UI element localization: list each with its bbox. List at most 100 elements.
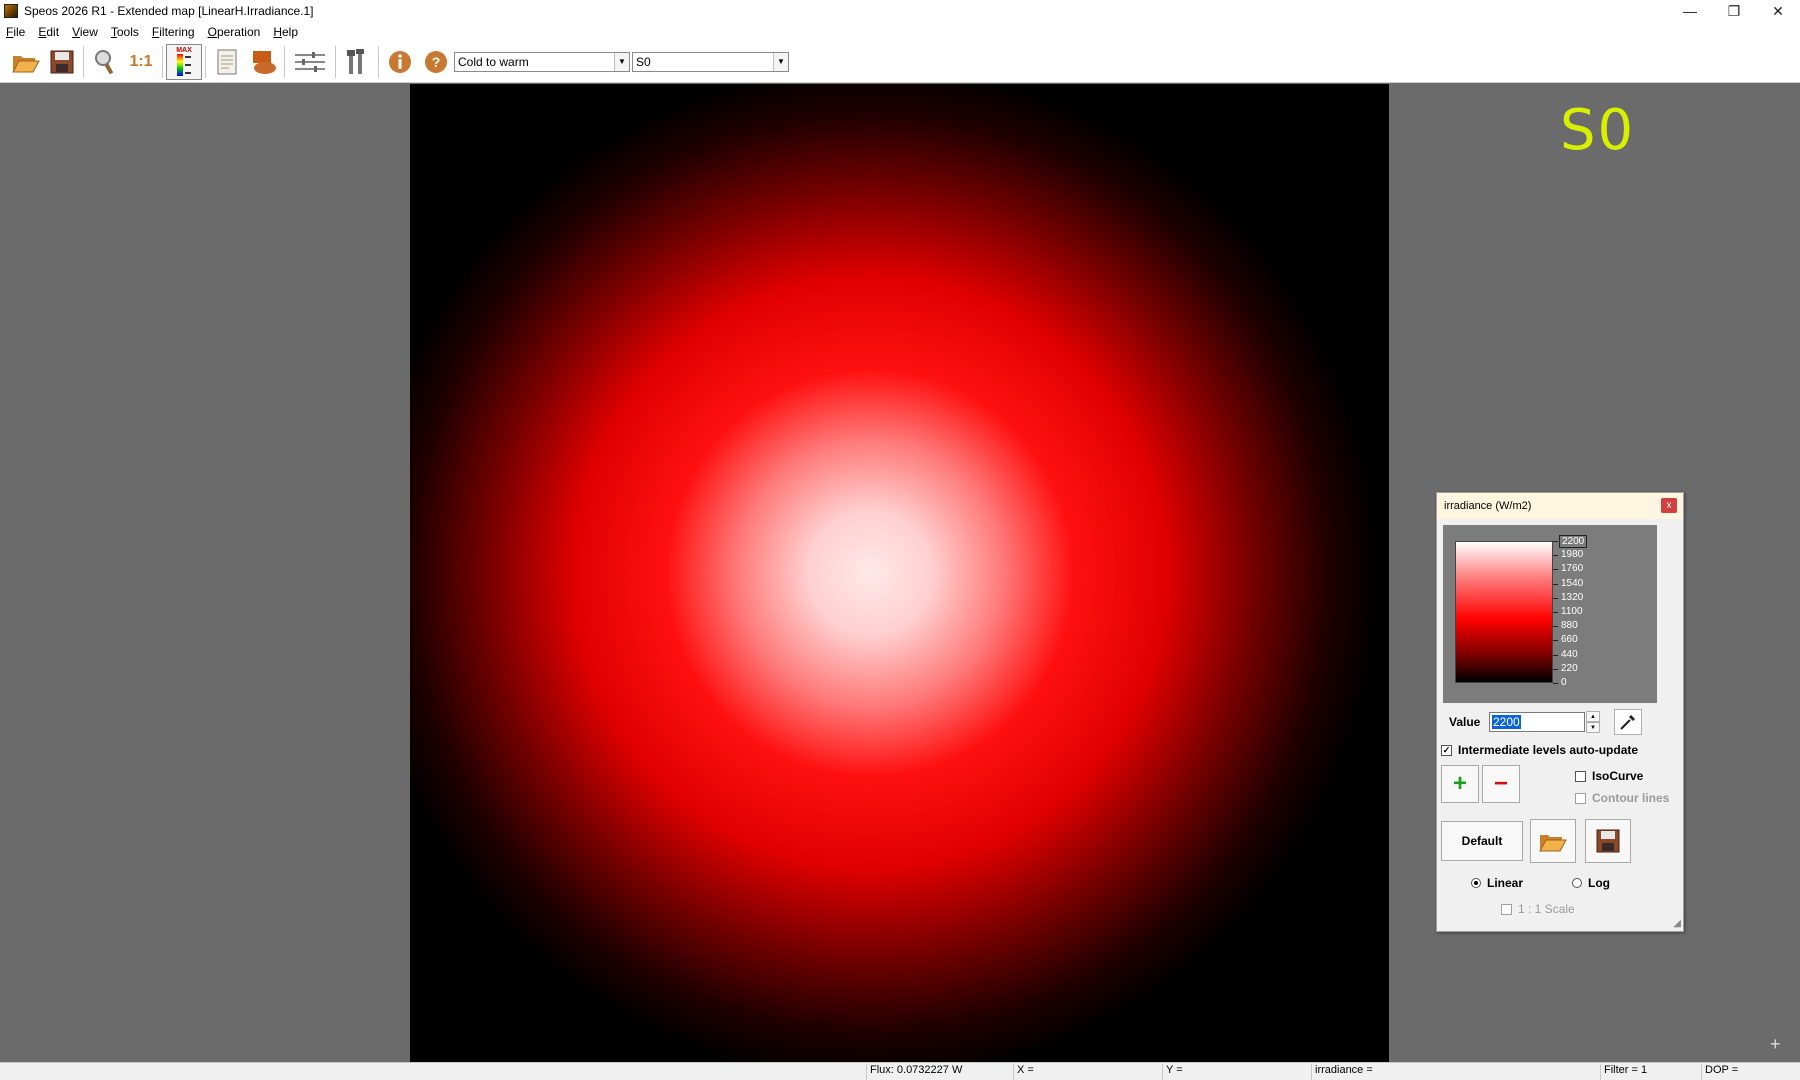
surface-icon <box>253 50 276 74</box>
floppy-disk-icon <box>50 50 74 73</box>
color-scale-tick-label: 660 <box>1561 634 1578 646</box>
toolbar: 1:1 MAX ? Cold to warm ▼ S0 ▼ <box>0 41 1800 83</box>
svg-text:?: ? <box>432 54 441 70</box>
menu-operation[interactable]: Operation <box>208 25 261 39</box>
color-scale-panel[interactable]: 2200 1980 1760 1540 1320 1100 880 660 440 220 0 <box>1443 525 1657 703</box>
color-scale-tick <box>1553 654 1558 656</box>
color-scale-tick <box>1553 668 1558 670</box>
help-icon: ? <box>425 50 447 73</box>
color-scale-tick-label: 1540 <box>1561 577 1584 589</box>
tools-button[interactable] <box>339 44 375 80</box>
color-scale-tick-label: 1100 <box>1561 606 1583 617</box>
toolbar-separator <box>335 45 336 78</box>
palette-select-value: Cold to warm <box>458 54 529 69</box>
spin-up-icon[interactable]: ▲ <box>1586 711 1600 722</box>
report-button[interactable] <box>209 44 245 80</box>
toolbar-separator <box>378 45 379 78</box>
open-button[interactable] <box>8 44 44 80</box>
color-scale-tick-label: 1760 <box>1561 563 1584 575</box>
color-scale-bar[interactable] <box>1455 541 1553 683</box>
sensor-name-label: S0 <box>1560 98 1636 163</box>
toolbar-separator <box>284 45 285 78</box>
close-button[interactable]: ✕ <box>1756 0 1800 22</box>
color-scale-tick <box>1553 541 1558 542</box>
auto-update-checkbox-row[interactable]: ✓ Intermediate levels auto-update <box>1441 743 1638 757</box>
color-scale-tick-label: 220 <box>1561 662 1578 674</box>
status-irradiance: irradiance = <box>1311 1064 1599 1080</box>
irradiance-map-image <box>410 84 1389 1062</box>
menu-help[interactable]: Help <box>273 25 298 39</box>
color-scale-tick <box>1553 569 1558 571</box>
window-controls: — ❐ ✕ <box>1668 0 1800 22</box>
resize-grip-icon[interactable]: ◢ <box>1673 918 1681 929</box>
save-button[interactable] <box>44 44 80 80</box>
menu-tools[interactable]: Tools <box>111 25 139 39</box>
chevron-down-icon[interactable]: ▼ <box>614 52 629 71</box>
status-x: X = <box>1013 1064 1161 1080</box>
spin-down-icon[interactable]: ▼ <box>1586 722 1600 733</box>
pipette-button[interactable] <box>1614 709 1642 735</box>
surface-view-button[interactable] <box>245 44 281 80</box>
restore-button[interactable]: ❐ <box>1712 0 1756 22</box>
menu-view[interactable]: View <box>72 25 98 39</box>
value-input[interactable]: 2200 <box>1489 712 1585 732</box>
status-filter: Filter = 1 <box>1600 1064 1700 1080</box>
title-bar: Speos 2026 R1 - Extended map [LinearH.Ir… <box>0 0 1800 22</box>
log-radio-row[interactable]: Log <box>1572 876 1610 890</box>
log-label: Log <box>1588 876 1610 890</box>
status-bar: Flux: 0.0732227 W X = Y = irradiance = F… <box>0 1062 1800 1080</box>
magnifier-icon <box>95 49 114 74</box>
zoom-button[interactable] <box>87 44 123 80</box>
linear-radio[interactable] <box>1471 878 1481 888</box>
value-row: Value 2200 ▲ ▼ <box>1449 709 1679 735</box>
menu-file[interactable]: File <box>6 25 25 39</box>
isocurve-checkbox[interactable] <box>1575 770 1586 782</box>
minimize-button[interactable]: — <box>1668 0 1712 22</box>
palette-select[interactable]: Cold to warm ▼ <box>454 51 630 72</box>
auto-update-checkbox[interactable]: ✓ <box>1441 744 1452 756</box>
save-palette-button[interactable] <box>1585 819 1631 863</box>
add-level-button[interactable]: + <box>1441 765 1479 803</box>
document-icon <box>217 49 237 74</box>
menu-filtering[interactable]: Filtering <box>152 25 195 39</box>
legend-title-bar[interactable]: irradiance (W/m2) x <box>1437 493 1683 519</box>
tools-icon <box>347 48 364 74</box>
sensor-select[interactable]: S0 ▼ <box>632 51 789 72</box>
menu-edit[interactable]: Edit <box>38 25 59 39</box>
irradiance-map[interactable] <box>410 84 1389 1062</box>
legend-title: irradiance (W/m2) <box>1444 500 1532 512</box>
help-button[interactable]: ? <box>418 44 454 80</box>
log-radio[interactable] <box>1572 878 1582 888</box>
color-scale-tick-label[interactable]: 2200 <box>1559 535 1588 548</box>
isocurve-label: IsoCurve <box>1592 769 1644 783</box>
legend-window[interactable]: irradiance (W/m2) x 2200 1980 1760 1540 1320… <box>1436 492 1684 932</box>
minus-icon: − <box>1493 770 1508 797</box>
status-dop: DOP = <box>1701 1064 1800 1080</box>
window-title: Speos 2026 R1 - Extended map [LinearH.Ir… <box>24 4 314 18</box>
value-label: Value <box>1449 715 1481 729</box>
isocurve-checkbox-row[interactable]: IsoCurve <box>1575 769 1643 783</box>
toolbar-separator <box>83 45 84 78</box>
chevron-down-icon[interactable]: ▼ <box>773 52 788 71</box>
linear-radio-row[interactable]: Linear <box>1471 876 1523 890</box>
load-palette-button[interactable] <box>1530 819 1576 863</box>
colormap-icon <box>177 54 191 76</box>
zoom-ratio-button[interactable]: 1:1 <box>123 44 159 80</box>
colormap-max-label: MAX <box>176 47 192 54</box>
colormap-button[interactable]: MAX <box>166 43 202 80</box>
toolbar-separator <box>162 45 163 78</box>
legend-close-button[interactable]: x <box>1661 498 1677 513</box>
status-flux: Flux: 0.0732227 W <box>866 1064 1012 1080</box>
default-button[interactable]: Default <box>1441 821 1523 861</box>
workspace: S0 irradiance (W/m2) x 2200 1980 1760 1540 1… <box>0 84 1800 1062</box>
auto-update-label: Intermediate levels auto-update <box>1458 743 1639 757</box>
app-icon <box>4 4 18 18</box>
crosshair-icon: + <box>1770 1034 1781 1054</box>
remove-level-button[interactable]: − <box>1482 765 1520 803</box>
floppy-disk-icon <box>1596 829 1620 853</box>
info-button[interactable] <box>382 44 418 80</box>
value-spinner[interactable]: ▲ ▼ <box>1586 711 1600 733</box>
adjust-button[interactable] <box>288 44 332 80</box>
sensor-select-value: S0 <box>636 54 651 69</box>
color-scale-tick-label: 1320 <box>1561 591 1584 603</box>
